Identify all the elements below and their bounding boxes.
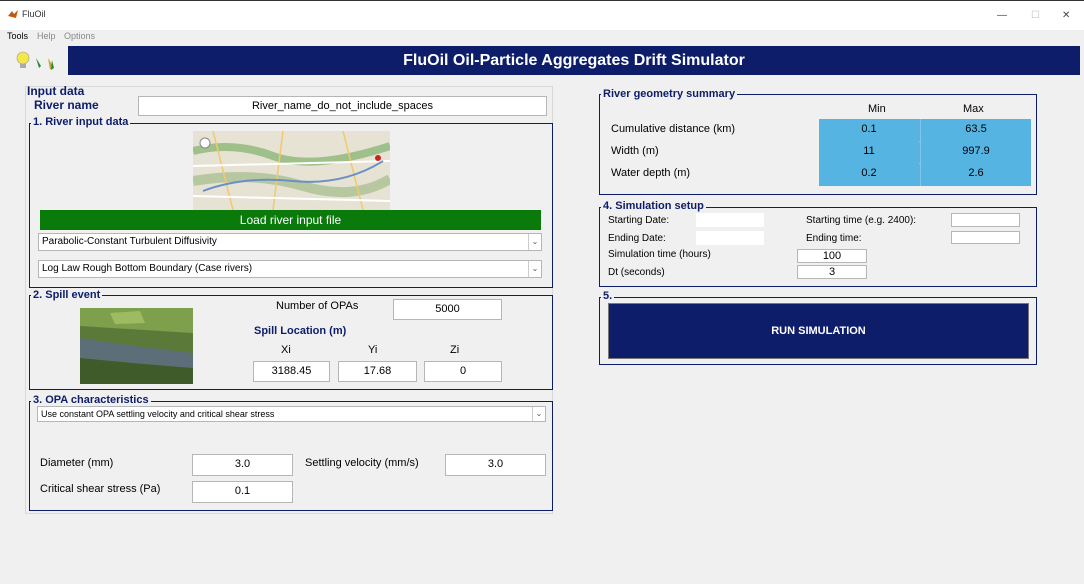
diameter-input[interactable]: 3.0 [192, 454, 293, 476]
chevron-down-icon: ⌄ [528, 261, 541, 277]
dt-input[interactable]: 3 [797, 265, 867, 279]
menu-help[interactable]: Help [37, 31, 56, 41]
geometry-row-label: Cumulative distance (km) [611, 123, 736, 135]
geometry-max-cell: 2.6 [921, 163, 1031, 184]
ending-date-label: Ending Date: [608, 233, 666, 244]
zi-label: Zi [450, 344, 460, 356]
critical-shear-input[interactable]: 0.1 [192, 481, 293, 503]
minimize-button[interactable]: — [997, 10, 1007, 21]
critical-shear-label: Critical shear stress (Pa) [40, 483, 161, 495]
window-title: FluOil [22, 9, 46, 19]
starting-time-input[interactable] [951, 213, 1020, 227]
opa-method-select-value: Use constant OPA settling velocity and c… [41, 409, 275, 419]
xi-input[interactable]: 3188.45 [253, 361, 330, 382]
geometry-max-cell: 997.9 [921, 141, 1031, 162]
spill-location-label: Spill Location (m) [254, 325, 347, 337]
diffusivity-select[interactable]: Parabolic-Constant Turbulent Diffusivity… [38, 233, 542, 251]
spill-photo [80, 308, 193, 384]
menu-options[interactable]: Options [64, 31, 95, 41]
river-name-label: River name [34, 98, 99, 112]
opa-method-select[interactable]: Use constant OPA settling velocity and c… [37, 406, 546, 422]
starting-time-label: Starting time (e.g. 2400): [806, 215, 917, 226]
num-opas-input[interactable]: 5000 [393, 299, 502, 320]
chevron-down-icon: ⌄ [528, 234, 541, 250]
simulation-setup-title: 4. Simulation setup [601, 200, 706, 212]
diameter-label: Diameter (mm) [40, 457, 114, 469]
starting-date-label: Starting Date: [608, 215, 670, 226]
run-simulation-button[interactable]: RUN SIMULATION [608, 303, 1029, 359]
input-data-header: Input data [27, 84, 85, 98]
opa-characteristics-title: 3. OPA characteristics [31, 394, 151, 406]
menu-bar [0, 30, 1084, 44]
ending-date-input[interactable] [696, 231, 764, 245]
simulation-time-label: Simulation time (hours) [608, 249, 711, 260]
geometry-min-cell: 0.2 [819, 163, 919, 184]
toolbar-icons[interactable] [12, 48, 60, 78]
river-map-image [193, 131, 390, 210]
dt-label: Dt (seconds) [608, 267, 665, 278]
river-input-title: 1. River input data [31, 116, 131, 128]
settling-velocity-label: Settling velocity (mm/s) [305, 457, 419, 469]
load-river-input-button[interactable]: Load river input file [40, 210, 541, 230]
geometry-min-cell: 0.1 [819, 119, 919, 140]
title-bar [0, 0, 1084, 30]
chevron-down-icon: ⌄ [532, 407, 545, 421]
app-banner: FluOil Oil-Particle Aggregates Drift Sim… [68, 46, 1080, 75]
starting-date-input[interactable] [696, 213, 764, 227]
simulation-time-input[interactable]: 100 [797, 249, 867, 263]
yi-input[interactable]: 17.68 [338, 361, 417, 382]
run-panel-title: 5. [601, 290, 615, 302]
geometry-min-cell: 11 [819, 141, 919, 162]
settling-velocity-input[interactable]: 3.0 [445, 454, 546, 476]
boundary-select[interactable]: Log Law Rough Bottom Boundary (Case rive… [38, 260, 542, 278]
river-name-input[interactable]: River_name_do_not_include_spaces [138, 96, 547, 116]
ending-time-input[interactable] [951, 231, 1020, 244]
num-opas-label: Number of OPAs [276, 300, 359, 312]
maximize-button[interactable]: ☐ [1031, 10, 1040, 21]
geometry-row-label: Water depth (m) [611, 167, 691, 179]
boundary-select-value: Log Law Rough Bottom Boundary (Case rive… [42, 263, 253, 274]
close-button[interactable]: ✕ [1062, 10, 1070, 21]
zi-input[interactable]: 0 [424, 361, 502, 382]
ending-time-label: Ending time: [806, 233, 862, 244]
spill-event-title: 2. Spill event [31, 289, 103, 301]
geometry-max-cell: 63.5 [921, 119, 1031, 140]
xi-label: Xi [281, 344, 291, 356]
geometry-min-header: Min [868, 103, 886, 115]
geometry-summary-title: River geometry summary [601, 88, 738, 100]
particle-icon [36, 58, 41, 68]
lightbulb-icon [16, 51, 30, 65]
menu-tools[interactable]: Tools [7, 31, 28, 41]
geometry-row-label: Width (m) [611, 145, 659, 157]
yi-label: Yi [368, 344, 378, 356]
matlab-icon [8, 10, 18, 18]
diffusivity-select-value: Parabolic-Constant Turbulent Diffusivity [42, 236, 217, 247]
geometry-max-header: Max [963, 103, 984, 115]
